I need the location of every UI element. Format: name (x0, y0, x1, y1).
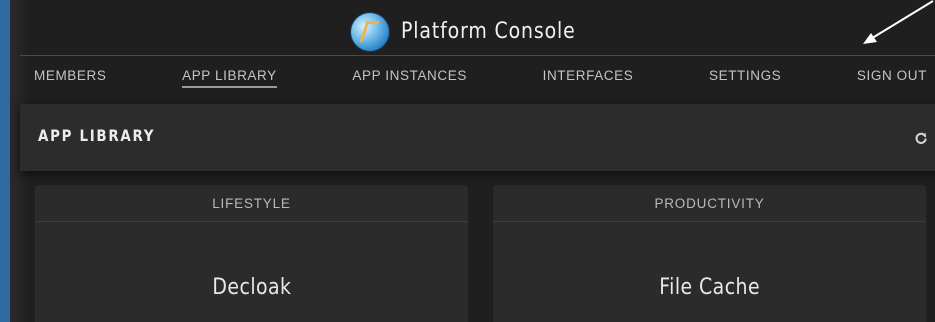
nav-item-app-library[interactable]: APP LIBRARY (182, 68, 277, 88)
nav-item-settings[interactable]: SETTINGS (709, 68, 781, 83)
app-window: Platform Console MEMBERS APP LIBRARY APP… (10, 0, 935, 322)
nav-item-members[interactable]: MEMBERS (34, 68, 106, 83)
nav-item-interfaces[interactable]: INTERFACES (543, 68, 634, 83)
nav-item-sign-out[interactable]: SIGN OUT (857, 68, 927, 83)
card-category: PRODUCTIVITY (493, 185, 926, 222)
app-card-productivity[interactable]: PRODUCTIVITY File Cache (493, 185, 926, 322)
refresh-icon-glyph (915, 132, 927, 144)
nav-item-app-instances[interactable]: APP INSTANCES (352, 68, 467, 83)
card-app-name: Decloak (35, 275, 468, 300)
globe-logo-icon (350, 12, 389, 51)
main-nav: MEMBERS APP LIBRARY APP INSTANCES INTERF… (20, 56, 935, 94)
app-card-lifestyle[interactable]: LIFESTYLE Decloak (35, 185, 468, 322)
card-app-name-text: File Cache (659, 275, 760, 300)
card-category: LIFESTYLE (35, 185, 468, 222)
section-title: APP LIBRARY (38, 126, 156, 145)
app-title: Platform Console (400, 19, 576, 44)
card-app-name: File Cache (493, 275, 926, 300)
refresh-icon[interactable] (913, 130, 929, 146)
card-app-name-text: Decloak (211, 275, 292, 300)
top-bar: Platform Console (20, 8, 935, 56)
section-header: APP LIBRARY (20, 104, 935, 171)
